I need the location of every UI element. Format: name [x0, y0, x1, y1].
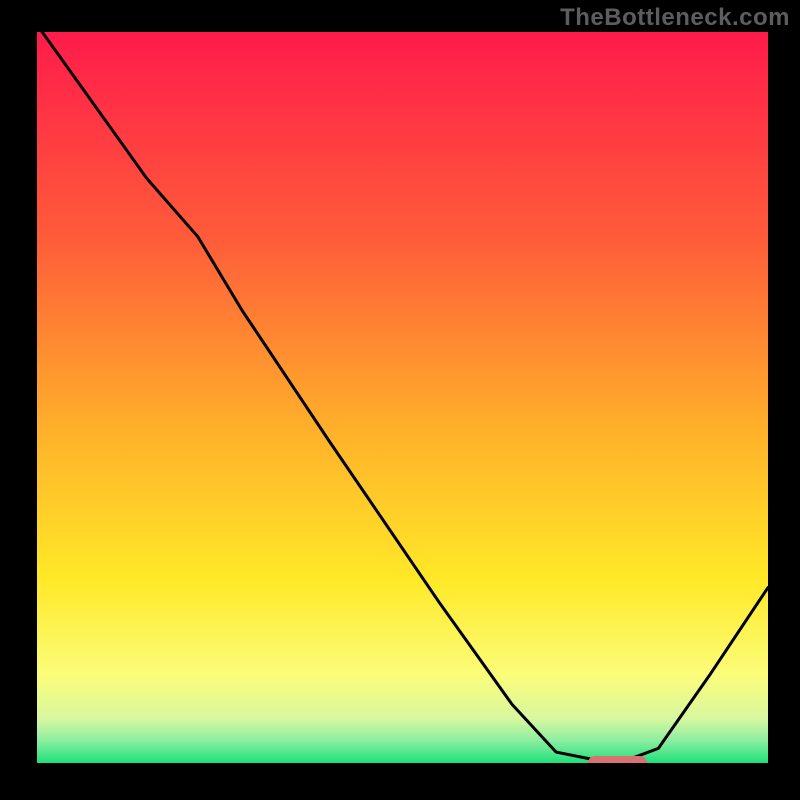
plot-area: [35, 30, 770, 765]
chart-frame: TheBottleneck.com: [0, 0, 800, 800]
watermark-text: TheBottleneck.com: [560, 4, 790, 32]
bottleneck-curve: [37, 32, 768, 759]
curve-layer: [37, 32, 768, 763]
optimal-range-marker: [588, 756, 647, 765]
